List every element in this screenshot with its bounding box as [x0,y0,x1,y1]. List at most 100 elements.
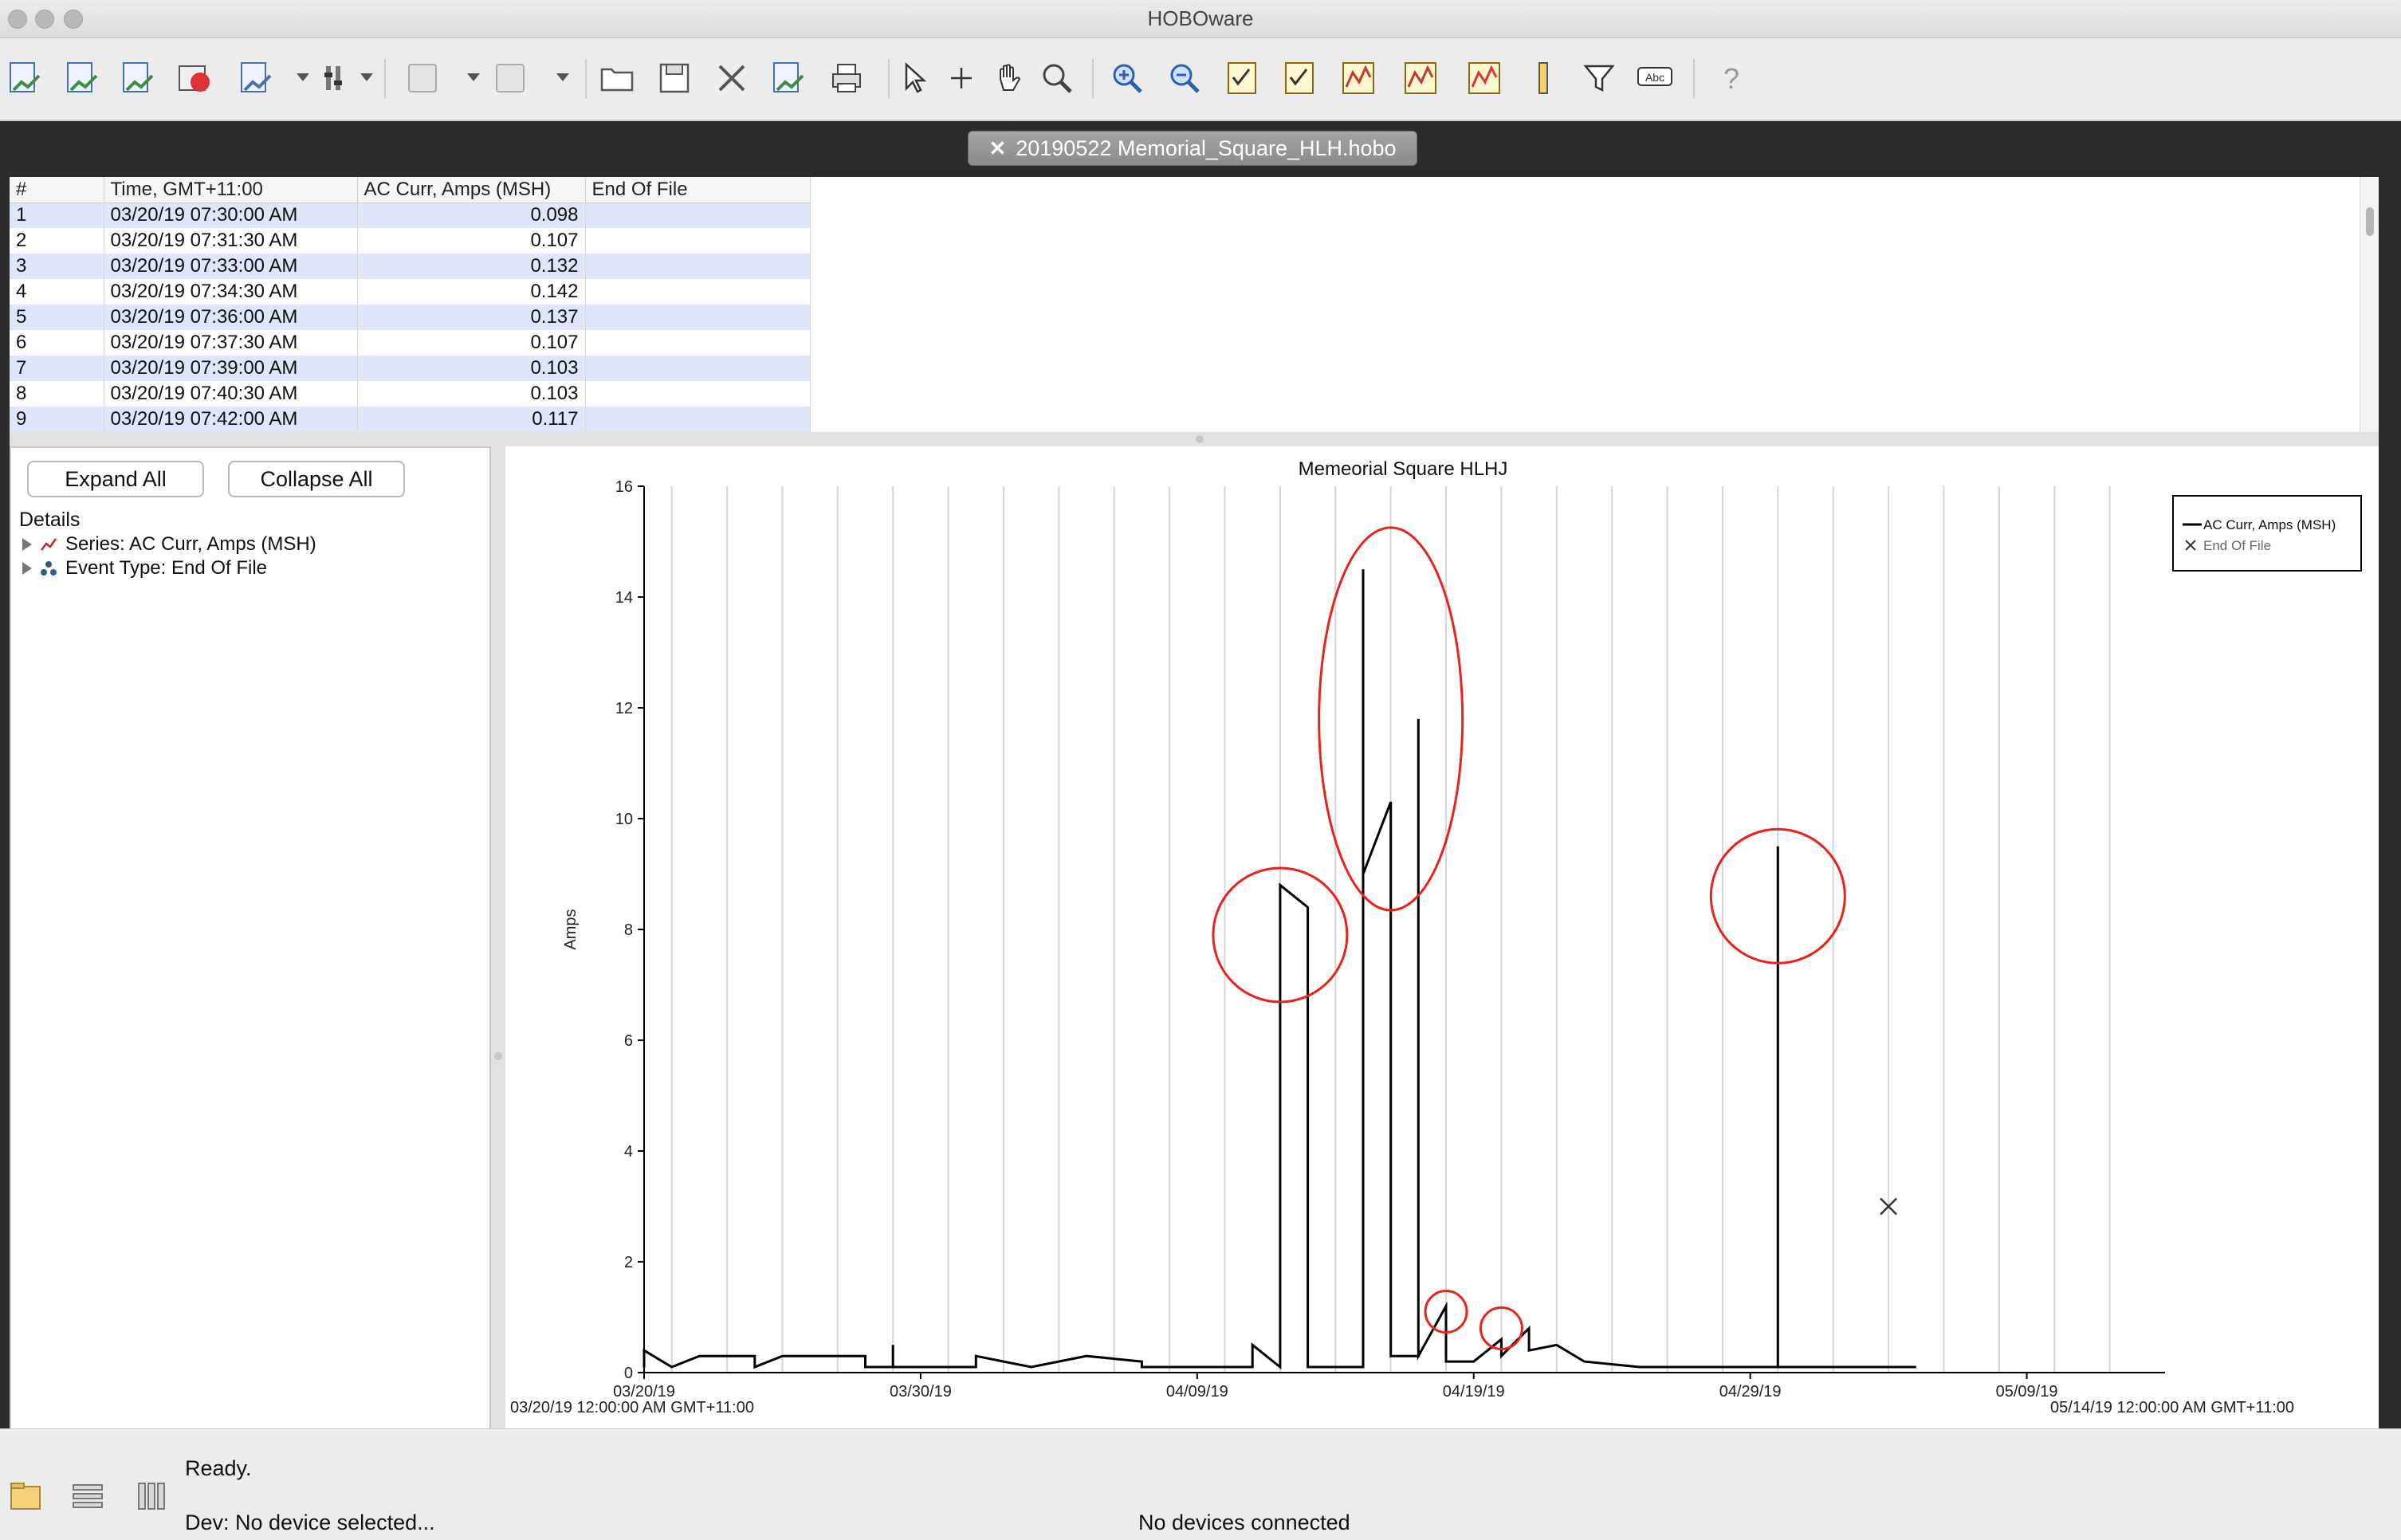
table-row[interactable]: 1 03/20/19 07:30:00 AM 0.098 [10,202,811,228]
column-header-ac-curr[interactable]: AC Curr, Amps (MSH) [357,177,586,203]
overlay-icon[interactable] [1398,56,1443,100]
pages-icon[interactable] [233,56,277,100]
cell-index[interactable]: 5 [10,304,104,330]
zoom-out-icon[interactable] [1162,56,1207,100]
dropdown-arrow-icon[interactable] [556,73,569,81]
status-icon[interactable] [115,56,159,100]
cell-ac-curr[interactable]: 0.137 [357,304,586,330]
cell-time[interactable]: 03/20/19 07:33:00 AM [104,253,358,279]
table-row[interactable]: 8 03/20/19 07:40:30 AM 0.103 [10,381,811,407]
cell-end-of-file[interactable] [585,228,811,253]
vertical-splitter[interactable] [491,446,505,1540]
stop-icon[interactable] [172,56,217,100]
cell-index[interactable]: 1 [10,202,104,228]
save-icon[interactable] [652,56,697,100]
pointer-icon[interactable] [891,56,936,100]
hand-icon[interactable] [987,56,1032,100]
graph-setup-icon[interactable] [1220,56,1264,100]
expand-triangle-icon[interactable] [22,538,32,551]
table-row[interactable]: 6 03/20/19 07:37:30 AM 0.107 [10,330,811,356]
cell-ac-curr[interactable]: 0.132 [357,253,586,279]
help-icon[interactable]: ? [1709,56,1754,100]
cell-ac-curr[interactable]: 0.098 [357,202,586,228]
table-row[interactable]: 4 03/20/19 07:34:30 AM 0.142 [10,279,811,304]
print-icon[interactable] [824,56,869,100]
cell-time[interactable]: 03/20/19 07:37:30 AM [104,330,358,356]
cell-end-of-file[interactable] [585,407,811,432]
expand-all-button[interactable]: Expand All [27,461,204,497]
readout-icon[interactable] [2,56,46,100]
cell-end-of-file[interactable] [585,330,811,356]
cell-end-of-file[interactable] [585,356,811,381]
zoom-in-icon[interactable] [1105,56,1149,100]
cell-index[interactable]: 4 [10,279,104,304]
settings-icon[interactable] [316,56,360,100]
tree-item-event-type[interactable]: Event Type: End Of File [22,556,267,580]
crosshair-icon[interactable] [939,56,984,100]
cell-ac-curr[interactable]: 0.107 [357,228,586,253]
cell-end-of-file[interactable] [585,202,811,228]
expand-triangle-icon[interactable] [22,562,32,575]
series-icon[interactable] [1462,56,1507,100]
cell-index[interactable]: 7 [10,356,104,381]
cell-index[interactable]: 6 [10,330,104,356]
checklist-icon[interactable] [1277,56,1322,100]
scrollbar-thumb[interactable] [2366,207,2374,236]
cell-index[interactable]: 3 [10,253,104,279]
dropdown-arrow-icon[interactable] [467,73,480,81]
dropdown-arrow-icon[interactable] [360,73,373,81]
filter-icon[interactable] [1577,56,1621,100]
close-tab-icon[interactable]: ✕ [988,136,1006,161]
column-view-icon[interactable] [132,1477,171,1515]
list-view-icon[interactable] [69,1477,107,1515]
cell-time[interactable]: 03/20/19 07:39:00 AM [104,356,358,381]
x-tick-label: 05/09/19 [1996,1383,2058,1401]
cell-time[interactable]: 03/20/19 07:34:30 AM [104,279,358,304]
legend-entry-ac-curr: AC Curr, Amps (MSH) [2203,517,2336,532]
open-folder-icon[interactable] [595,56,639,100]
cell-ac-curr[interactable]: 0.142 [357,279,586,304]
cell-ac-curr[interactable]: 0.117 [357,407,586,432]
export-icon[interactable] [765,56,810,100]
cell-end-of-file[interactable] [585,253,811,279]
magnifier-icon[interactable] [1035,56,1079,100]
cell-end-of-file[interactable] [585,279,811,304]
close-file-icon[interactable] [709,56,754,100]
dropdown-arrow-icon[interactable] [297,73,309,81]
document-tab[interactable]: ✕ 20190522 Memorial_Square_HLH.hobo [968,131,1417,166]
cell-time[interactable]: 03/20/19 07:36:00 AM [104,304,358,330]
cell-time[interactable]: 03/20/19 07:40:30 AM [104,381,358,407]
cell-time[interactable]: 03/20/19 07:30:00 AM [104,202,358,228]
launch-icon[interactable] [59,56,104,100]
table-row[interactable]: 9 03/20/19 07:42:00 AM 0.117 [10,407,811,432]
table-row[interactable]: 7 03/20/19 07:39:00 AM 0.103 [10,356,811,381]
cell-ac-curr[interactable]: 0.103 [357,356,586,381]
label-icon[interactable]: Abc [1633,56,1677,100]
redo-icon[interactable] [488,56,532,100]
column-header-time[interactable]: Time, GMT+11:00 [104,177,358,203]
cell-index[interactable]: 8 [10,381,104,407]
cell-end-of-file[interactable] [585,304,811,330]
plot-icon[interactable] [1336,56,1381,100]
tree-item-series[interactable]: Series: AC Curr, Amps (MSH) [22,532,316,556]
cell-time[interactable]: 03/20/19 07:42:00 AM [104,407,358,432]
column-header-index[interactable]: # [10,177,104,203]
table-row[interactable]: 3 03/20/19 07:33:00 AM 0.132 [10,253,811,279]
cell-time[interactable]: 03/20/19 07:31:30 AM [104,228,358,253]
column-header-end-of-file[interactable]: End Of File [585,177,811,203]
cell-index[interactable]: 2 [10,228,104,253]
cell-index[interactable]: 9 [10,407,104,432]
cell-end-of-file[interactable] [585,381,811,407]
table-row[interactable]: 2 03/20/19 07:31:30 AM 0.107 [10,228,811,253]
folder-view-icon[interactable] [6,1477,45,1515]
undo-icon[interactable] [400,56,445,100]
table-row[interactable]: 5 03/20/19 07:36:00 AM 0.137 [10,304,811,330]
collapse-all-button[interactable]: Collapse All [228,461,405,497]
chart-title: Memeorial Square HLHJ [1299,458,1508,480]
ruler-icon[interactable] [1521,56,1566,100]
cell-ac-curr[interactable]: 0.107 [357,330,586,356]
horizontal-splitter[interactable] [10,432,2379,446]
cell-ac-curr[interactable]: 0.103 [357,381,586,407]
chart-svg[interactable]: 0 2 4 6 8 10 12 14 16 03/20/19 03/30/19 04/09/19 04/… [505,446,2379,1424]
table-scrollbar[interactable] [2360,177,2379,432]
